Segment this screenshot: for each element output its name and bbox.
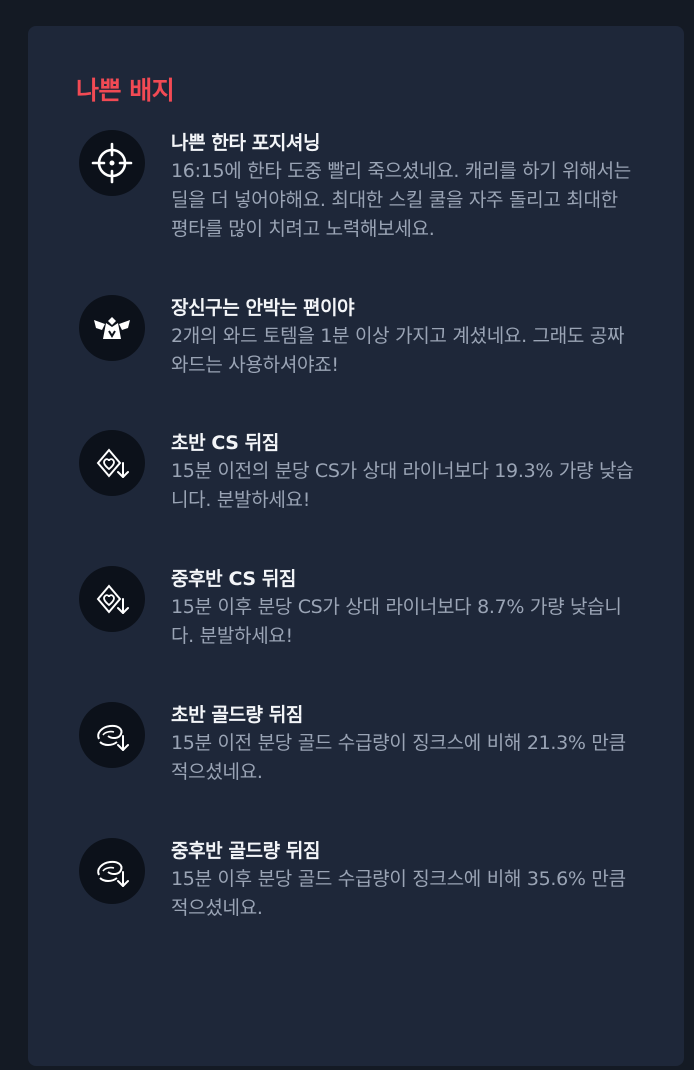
badge-description: 16:15에 한타 도중 빨리 죽으셨네요. 캐리를 하기 위해서는 딜을 더 … [171,160,631,240]
badge-title: 장신구는 안박는 편이야 [171,297,355,319]
page: 나쁜 배지 나쁜 한타 포지셔닝 16:15에 한타 도중 빨리 죽으셨네요. … [0,0,694,1070]
badge-text: 나쁜 한타 포지셔닝 16:15에 한타 도중 빨리 죽으셨네요. 캐리를 하기… [171,130,636,244]
badge-title: 중후반 CS 뒤짐 [171,568,297,590]
bad-badges-card: 나쁜 배지 나쁜 한타 포지셔닝 16:15에 한타 도중 빨리 죽으셨네요. … [28,26,684,1066]
badge-text: 중후반 CS 뒤짐 15분 이후 분당 CS가 상대 라이너보다 8.7% 가량… [171,566,636,651]
badge-description: 2개의 와드 토템을 1분 이상 가지고 계셨네요. 그래도 공짜 와드는 사용… [171,325,625,376]
cs-down-icon [79,566,145,632]
crosshair-icon [79,130,145,196]
ward-totem-icon [79,295,145,361]
badge-text: 초반 CS 뒤짐 15분 이전의 분당 CS가 상대 라이너보다 19.3% 가… [171,430,636,515]
gold-down-icon [79,838,145,904]
cs-down-icon [79,430,145,496]
badge-text: 장신구는 안박는 편이야 2개의 와드 토템을 1분 이상 가지고 계셨네요. … [171,295,636,380]
badge-title: 중후반 골드량 뒤짐 [171,840,321,862]
badge-title: 나쁜 한타 포지셔닝 [171,132,321,154]
badge-text: 초반 골드량 뒤짐 15분 이전 분당 골드 수급량이 징크스에 비해 21.3… [171,702,636,787]
badge-description: 15분 이후 분당 CS가 상대 라이너보다 8.7% 가량 낮습니다. 분발하… [171,596,622,647]
badge-item: 초반 골드량 뒤짐 15분 이전 분당 골드 수급량이 징크스에 비해 21.3… [76,702,684,787]
badge-description: 15분 이후 분당 골드 수급량이 징크스에 비해 35.6% 만큼 적으셨네요… [171,868,626,919]
badge-item: 장신구는 안박는 편이야 2개의 와드 토템을 1분 이상 가지고 계셨네요. … [76,295,684,380]
section-title: 나쁜 배지 [76,76,175,105]
badge-title: 초반 골드량 뒤짐 [171,704,303,726]
badge-item: 중후반 CS 뒤짐 15분 이후 분당 CS가 상대 라이너보다 8.7% 가량… [76,566,684,651]
badge-text: 중후반 골드량 뒤짐 15분 이후 분당 골드 수급량이 징크스에 비해 35.… [171,838,636,923]
gold-down-icon [79,702,145,768]
badge-item: 나쁜 한타 포지셔닝 16:15에 한타 도중 빨리 죽으셨네요. 캐리를 하기… [76,130,684,244]
badge-item: 중후반 골드량 뒤짐 15분 이후 분당 골드 수급량이 징크스에 비해 35.… [76,838,684,923]
badge-item: 초반 CS 뒤짐 15분 이전의 분당 CS가 상대 라이너보다 19.3% 가… [76,430,684,515]
badge-description: 15분 이전 분당 골드 수급량이 징크스에 비해 21.3% 만큼 적으셨네요… [171,732,626,783]
badge-title: 초반 CS 뒤짐 [171,432,279,454]
badge-description: 15분 이전의 분당 CS가 상대 라이너보다 19.3% 가량 낮습니다. 분… [171,460,634,511]
